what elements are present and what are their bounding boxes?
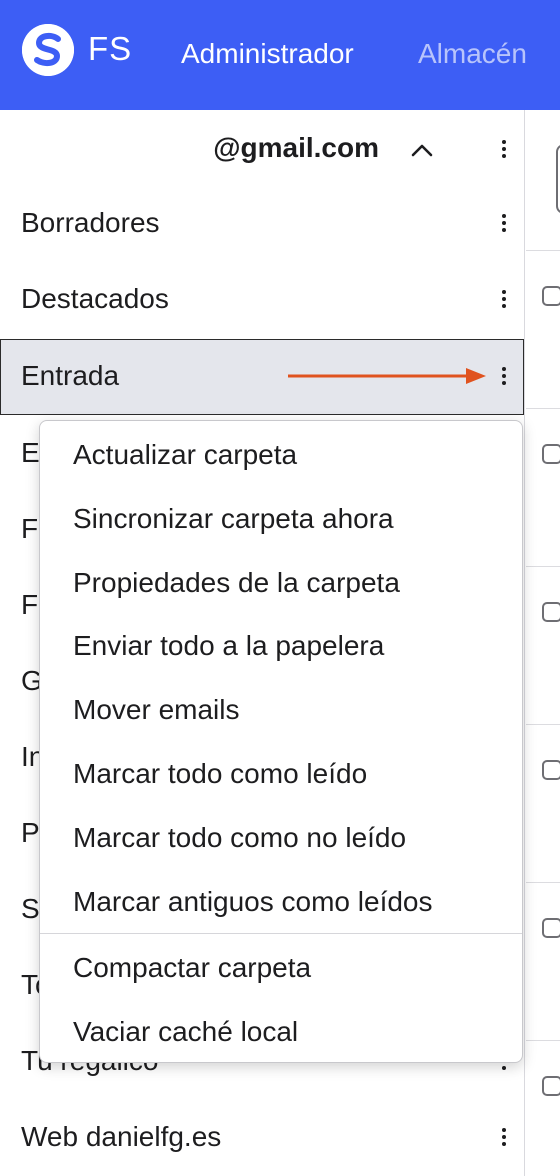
chevron-up-icon[interactable] (408, 136, 436, 164)
menu-item-marcar-leido[interactable]: Marcar todo como leído (40, 742, 522, 806)
menu-item-label: Marcar todo como leído (73, 758, 368, 789)
menu-item-vaciar-cache[interactable]: Vaciar caché local (40, 1000, 522, 1064)
folder-item-web-danielfg[interactable]: Web danielfg.es (0, 1100, 525, 1176)
toolbar-button[interactable] (556, 144, 560, 214)
message-checkbox[interactable] (542, 286, 560, 306)
folder-menu-kebab-icon[interactable] (494, 1122, 514, 1152)
account-header[interactable]: @gmail.com (0, 110, 525, 190)
nav-item-almacen[interactable]: Almacén (418, 38, 527, 70)
message-checkbox[interactable] (542, 760, 560, 780)
message-list-strip (526, 110, 560, 1176)
menu-item-actualizar-carpeta[interactable]: Actualizar carpeta (40, 423, 522, 487)
folder-label: Entrada (21, 360, 120, 391)
folder-item-destacados[interactable]: Destacados (0, 262, 525, 338)
menu-item-compactar-carpeta[interactable]: Compactar carpeta (40, 936, 522, 1000)
menu-item-enviar-papelera[interactable]: Enviar todo a la papelera (40, 614, 522, 678)
folder-menu-kebab-icon[interactable] (494, 208, 514, 238)
menu-item-marcar-no-leido[interactable]: Marcar todo como no leído (40, 806, 522, 870)
message-checkbox[interactable] (542, 918, 560, 938)
menu-item-label: Marcar todo como no leído (73, 822, 407, 853)
menu-item-label: Sincronizar carpeta ahora (73, 503, 394, 534)
divider (526, 408, 560, 409)
divider (526, 724, 560, 725)
annotation-arrow-icon (288, 368, 486, 384)
brand-name[interactable]: FS (88, 30, 132, 68)
message-checkbox[interactable] (542, 602, 560, 622)
menu-item-label: Enviar todo a la papelera (73, 630, 385, 661)
account-email: @gmail.com (213, 132, 379, 163)
folder-item-borradores[interactable]: Borradores (0, 186, 525, 262)
message-checkbox[interactable] (542, 1076, 560, 1096)
folder-label: E (21, 437, 40, 468)
menu-divider (40, 933, 522, 934)
divider (526, 250, 560, 251)
account-menu-kebab-icon[interactable] (494, 134, 514, 164)
divider (526, 1040, 560, 1041)
divider (526, 566, 560, 567)
folder-context-menu: Actualizar carpeta Sincronizar carpeta a… (39, 420, 523, 1063)
folder-menu-kebab-icon[interactable] (494, 284, 514, 314)
fs-logo-icon[interactable] (22, 24, 74, 76)
menu-item-sincronizar-carpeta[interactable]: Sincronizar carpeta ahora (40, 487, 522, 551)
top-navbar: FS Administrador Almacén (0, 0, 560, 110)
menu-item-propiedades[interactable]: Propiedades de la carpeta (40, 551, 522, 615)
menu-item-label: Actualizar carpeta (73, 439, 298, 470)
menu-item-label: Mover emails (73, 694, 240, 725)
folder-label: Destacados (21, 283, 169, 314)
menu-item-mover-emails[interactable]: Mover emails (40, 678, 522, 742)
folder-menu-kebab-icon[interactable] (494, 361, 514, 391)
menu-item-marcar-antiguos[interactable]: Marcar antiguos como leídos (40, 870, 522, 934)
divider (526, 882, 560, 883)
folder-label: P (21, 817, 40, 848)
menu-item-label: Propiedades de la carpeta (73, 567, 400, 598)
folder-label: Borradores (21, 207, 160, 238)
folder-label: S (21, 893, 40, 924)
menu-item-label: Vaciar caché local (73, 1016, 299, 1047)
menu-item-label: Compactar carpeta (73, 952, 312, 983)
menu-item-label: Marcar antiguos como leídos (73, 886, 433, 917)
folder-label: Web danielfg.es (21, 1121, 222, 1152)
nav-item-administrador[interactable]: Administrador (181, 38, 354, 70)
message-checkbox[interactable] (542, 444, 560, 464)
